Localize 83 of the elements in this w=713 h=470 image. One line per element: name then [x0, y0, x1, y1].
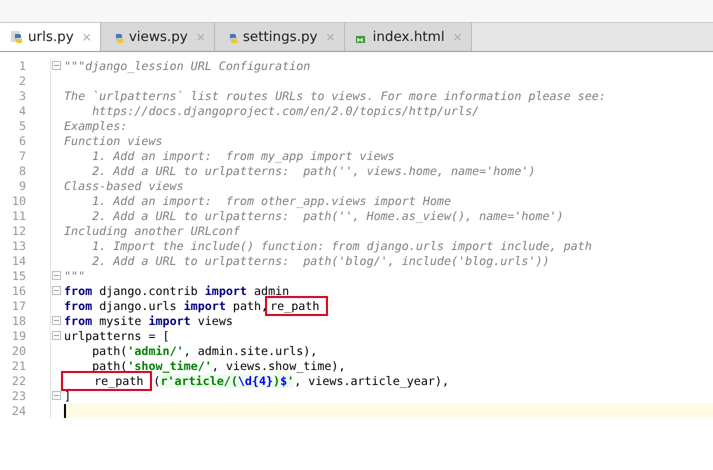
code-token: path,	[232, 298, 268, 312]
line-number: 15	[10, 268, 26, 282]
tab-label: urls.py	[28, 29, 74, 45]
fold-marker-icon[interactable]	[52, 271, 61, 280]
code-token: \d{4}	[238, 374, 274, 388]
line-number: 16	[10, 284, 26, 298]
line-number: 17	[10, 298, 26, 312]
code-token: re_path	[268, 298, 326, 312]
tab-label: index.html	[372, 29, 445, 45]
code-token: , views.article_year),	[294, 374, 449, 388]
code-token: from	[64, 298, 92, 312]
line-number: 10	[10, 194, 26, 208]
code-token: 2. Add a URL to urlpatterns: path('', Home.as_view(), name='home')	[91, 208, 564, 222]
fold-marker-icon[interactable]	[52, 316, 61, 325]
line-number: 13	[10, 238, 26, 252]
code-token: , views.show_time),	[212, 358, 346, 372]
code-token: , admin.site.urls),	[184, 344, 318, 358]
code-token: Function views	[64, 134, 163, 148]
line-number: 11	[10, 208, 26, 222]
tab-label: views.py	[128, 29, 188, 45]
line-number: 22	[10, 374, 26, 388]
fold-marker-icon[interactable]	[52, 391, 61, 400]
code-token: 'show_time/'	[127, 358, 212, 372]
fold-marker-icon[interactable]	[52, 61, 61, 70]
code-token: import	[148, 314, 191, 328]
code-token: 1. Add an import: from other_app.views import Home	[91, 194, 452, 208]
code-token: views	[196, 314, 233, 328]
code-token: 1. Add an import: from my_app import views	[91, 148, 395, 162]
code-token: from	[64, 284, 92, 298]
line-number: 12	[10, 224, 26, 238]
code-token: Examples:	[64, 118, 128, 132]
code-token: re_path	[64, 374, 150, 388]
code-token: admin	[253, 284, 290, 298]
code-token: from	[64, 314, 92, 328]
text-caret	[64, 404, 66, 418]
code-token: Class-based views	[64, 178, 184, 192]
line-number: 24	[10, 404, 26, 418]
code-token: (	[153, 374, 160, 388]
code-token: 2. Add a URL to urlpatterns: path('blog/', include('blog.urls'))	[91, 254, 550, 268]
line-number: 19	[10, 328, 26, 342]
line-number: 23	[10, 388, 26, 402]
fold-marker-icon[interactable]	[52, 286, 61, 295]
code-token: mysite	[98, 314, 142, 328]
line-number: 6	[18, 134, 26, 148]
code-token: $	[280, 374, 288, 388]
code-token: '	[287, 374, 294, 388]
code-token: import	[204, 284, 247, 298]
line-number: 5	[18, 118, 26, 132]
code-token: )	[273, 374, 280, 388]
python-file-icon	[10, 30, 24, 44]
file-tab[interactable]: index.html ×	[344, 23, 472, 51]
tab-label: settings.py	[242, 29, 318, 45]
line-number: 7	[18, 148, 26, 162]
code-token: path(	[91, 358, 128, 372]
fold-marker-icon[interactable]	[52, 331, 61, 340]
code-token: django.contrib	[98, 284, 199, 298]
file-tab[interactable]: urls.py ×	[0, 23, 101, 51]
file-tab[interactable]: settings.py ×	[214, 23, 345, 51]
line-number: 14	[10, 254, 26, 268]
code-token: Including another URLconf	[64, 224, 240, 238]
code-token: django.urls	[98, 298, 178, 312]
line-number: 18	[10, 314, 26, 328]
code-token: """django_lession URL Configuration	[64, 58, 310, 72]
code-token: 2. Add a URL to urlpatterns: path('', views.home, name='home')	[91, 164, 536, 178]
code-token: import	[184, 298, 226, 312]
code-token: urlpatterns = [	[64, 328, 170, 342]
line-number: 8	[18, 164, 26, 178]
line-number: 9	[18, 178, 26, 192]
code-token: path(	[91, 344, 128, 358]
code-token: 1. Import the include() function: from django.urls import include, path	[91, 238, 592, 252]
code-token: The `urlpatterns` list routes URLs to views. For more information please see:	[64, 88, 606, 102]
line-number: 2	[18, 74, 26, 88]
code-token: ]	[64, 388, 72, 402]
line-number: 1	[18, 58, 26, 72]
line-number: 21	[10, 358, 26, 372]
code-token: """	[64, 268, 86, 282]
file-tab[interactable]: views.py ×	[100, 23, 215, 51]
code-token: r'article/(	[160, 374, 238, 388]
line-number: 4	[18, 104, 26, 118]
code-token: https://docs.djangoproject.com/en/2.0/topics/http/urls/	[91, 104, 480, 118]
code-token: 'admin/'	[127, 344, 184, 358]
line-number: 20	[10, 344, 26, 358]
line-number: 3	[18, 88, 26, 102]
